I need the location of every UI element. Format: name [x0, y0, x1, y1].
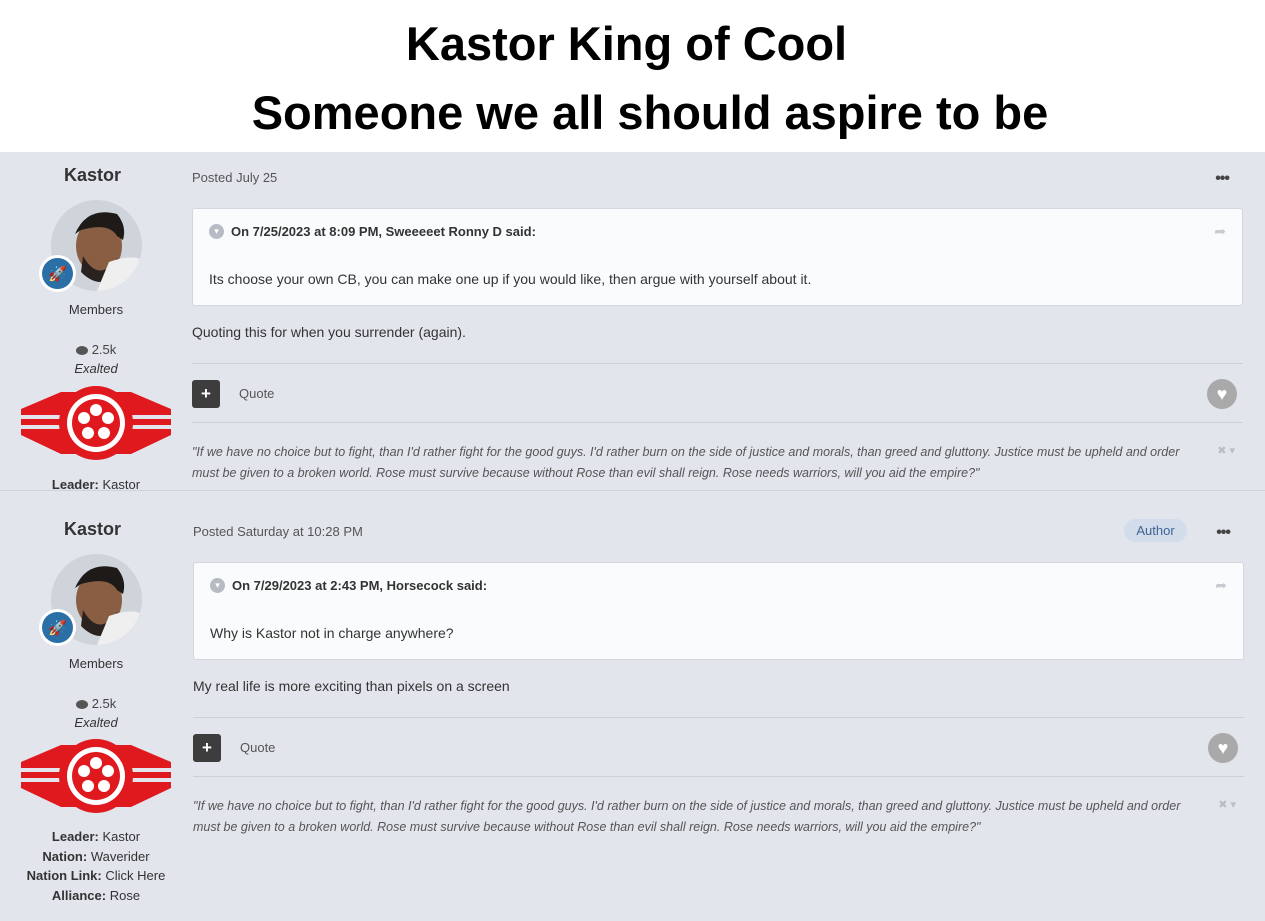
author-name[interactable]: Kastor	[0, 165, 185, 186]
speech-bubble-icon	[75, 700, 88, 710]
meme-caption: Kastor King of Cool Someone we all shoul…	[0, 0, 1265, 152]
post-date[interactable]: Posted July 25	[192, 170, 277, 185]
signature-options-icon[interactable]: ✖ ▾	[1217, 444, 1235, 457]
caption-line-1: Kastor King of Cool	[405, 17, 848, 70]
member-badge[interactable]: 🚀	[39, 255, 76, 292]
caption-line-2: Someone we all should aspire to be	[251, 86, 1049, 139]
member-rank: Exalted	[74, 361, 118, 376]
member-rank: Exalted	[74, 715, 118, 730]
post-count-value: 2.5k	[91, 342, 117, 357]
post-count: 2.5k	[0, 696, 192, 711]
quote-block: ▾ On 7/25/2023 at 8:09 PM, Sweeeeet Ronny…	[192, 208, 1243, 306]
quote-header[interactable]: ▾ On 7/29/2023 at 2:43 PM, Horsecock said…	[210, 578, 487, 593]
post-count: 2.5k	[0, 342, 192, 357]
quote-text: Its choose your own CB, you can make one…	[209, 271, 812, 287]
profile-field-nation: Nation: Waverider	[42, 848, 150, 864]
chevron-down-icon[interactable]: ▾	[209, 224, 224, 239]
quote-header[interactable]: ▾ On 7/25/2023 at 8:09 PM, Sweeeeet Ronny…	[209, 224, 536, 239]
author-badge: Author	[1124, 519, 1187, 542]
share-icon[interactable]: ➦	[1215, 577, 1227, 594]
post: Kastor 🚀 Members 2.5k Exalted Leader: Ka…	[0, 491, 1265, 921]
post-content: Quoting this for when you surrender (aga…	[192, 324, 466, 340]
member-badge[interactable]: 🚀	[39, 609, 76, 646]
profile-field-nation-link: Nation Link: Click Here	[26, 868, 166, 883]
nation-link[interactable]: Click Here	[105, 868, 165, 883]
alliance-flag	[21, 386, 171, 460]
divider	[193, 717, 1244, 718]
quote-block: ▾ On 7/29/2023 at 2:43 PM, Horsecock said…	[193, 562, 1244, 660]
quote-text: Why is Kastor not in charge anywhere?	[210, 625, 454, 641]
signature: "If we have no choice but to fight, than…	[192, 445, 1180, 480]
profile-fields: Leader: Kastor Nation: Waverider Nation …	[0, 827, 192, 905]
heart-icon[interactable]: ♥	[1208, 733, 1238, 763]
multiquote-button[interactable]: +	[192, 380, 220, 408]
rocket-icon: 🚀	[42, 612, 73, 643]
divider	[192, 422, 1243, 423]
share-icon[interactable]: ➦	[1214, 223, 1226, 240]
divider	[193, 776, 1244, 777]
more-horizontal-icon[interactable]: •••	[1215, 170, 1230, 188]
more-horizontal-icon[interactable]: •••	[1216, 524, 1231, 542]
forum-thread: Kastor 🚀 Members 2.5k Exalted Leader: Ka…	[0, 152, 1265, 921]
post-count-value: 2.5k	[91, 696, 117, 711]
quote-button[interactable]: Quote	[239, 386, 274, 401]
member-group: Members	[68, 656, 124, 671]
profile-field-leader: Leader: Kastor	[51, 829, 141, 844]
post-date[interactable]: Posted Saturday at 10:28 PM	[193, 524, 363, 539]
signature: "If we have no choice but to fight, than…	[193, 799, 1181, 834]
chevron-down-icon[interactable]: ▾	[210, 578, 225, 593]
quote-button[interactable]: Quote	[240, 740, 275, 755]
member-group: Members	[68, 302, 124, 317]
multiquote-button[interactable]: +	[193, 734, 221, 762]
profile-field-alliance: Alliance: Rose	[51, 887, 141, 903]
divider	[192, 363, 1243, 364]
rocket-icon: 🚀	[42, 258, 73, 289]
heart-icon[interactable]: ♥	[1207, 379, 1237, 409]
post-content: My real life is more exciting than pixel…	[193, 678, 510, 694]
post: Kastor 🚀 Members 2.5k Exalted Leader: Ka…	[0, 152, 1265, 492]
speech-bubble-icon	[75, 346, 88, 356]
signature-options-icon[interactable]: ✖ ▾	[1218, 798, 1236, 811]
alliance-flag	[21, 739, 171, 813]
author-name[interactable]: Kastor	[0, 519, 185, 540]
